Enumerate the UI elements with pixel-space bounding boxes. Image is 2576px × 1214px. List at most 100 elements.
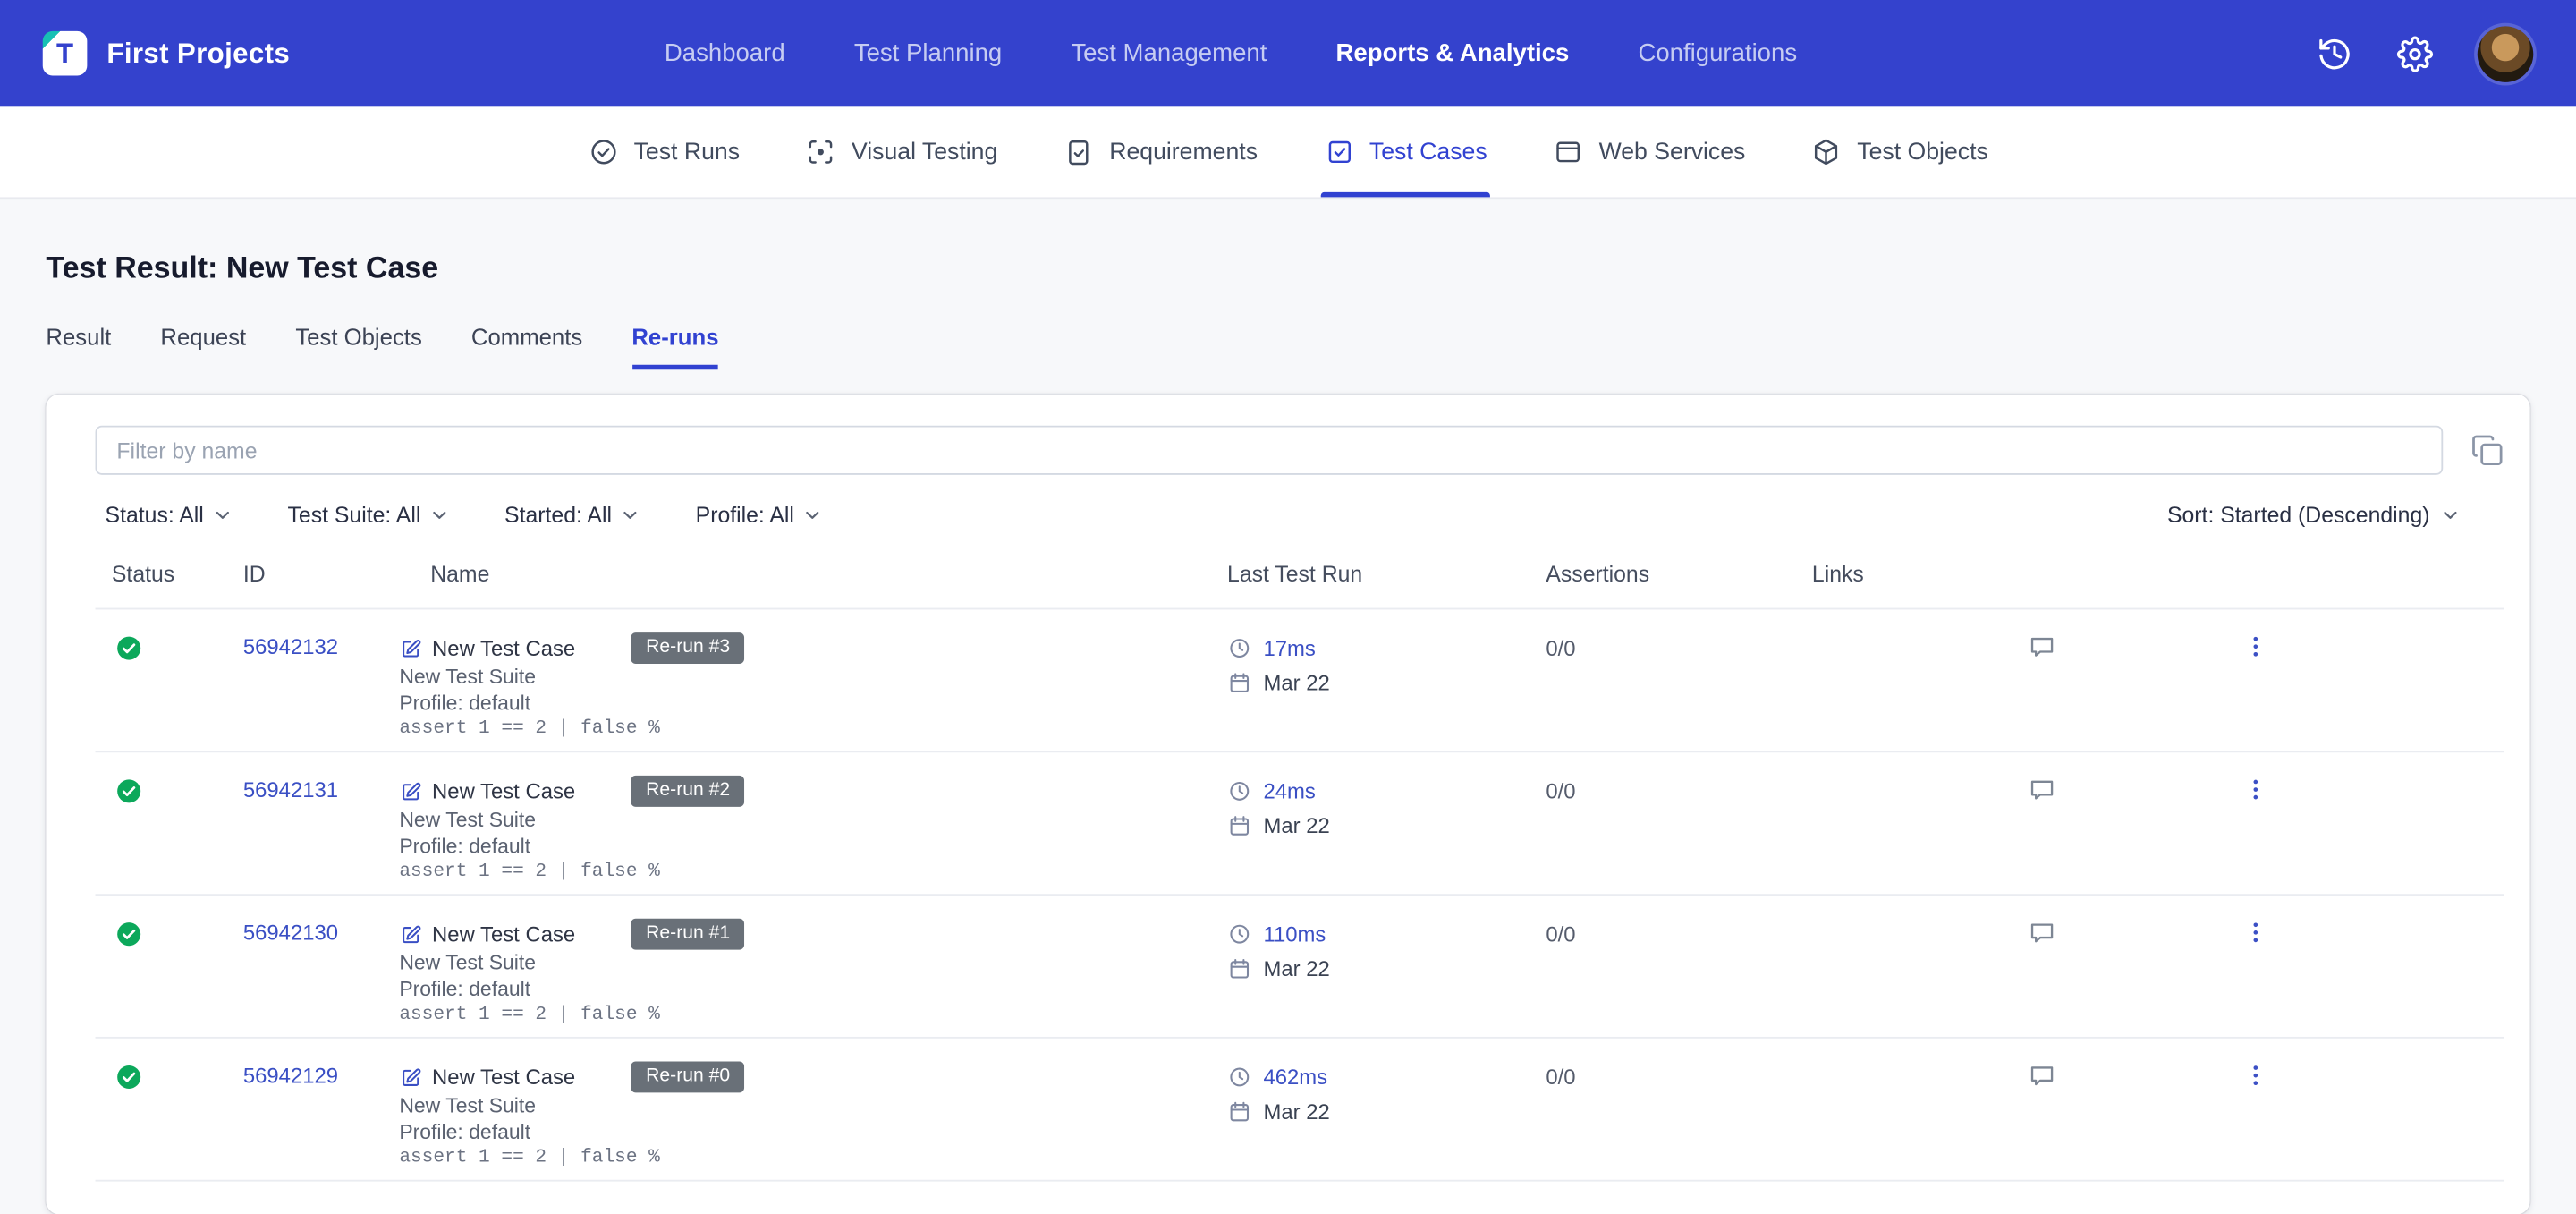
subnav-tab-web-services[interactable]: Web Services xyxy=(1549,106,1749,197)
subnav-label: Test Runs xyxy=(633,139,741,166)
row-menu-button[interactable] xyxy=(2242,919,2268,947)
subnav-tab-test-cases[interactable]: Test Cases xyxy=(1319,106,1491,198)
subnav-label: Test Cases xyxy=(1368,139,1487,166)
table-row: 56942132 New Test Case Re-run #3 New Tes… xyxy=(95,609,2504,753)
column-header-name: Name xyxy=(430,562,490,587)
tab-request[interactable]: Request xyxy=(160,324,246,369)
test-cases-icon xyxy=(1323,136,1354,167)
test-run-id-link[interactable]: 56942132 xyxy=(243,634,338,659)
sort-label: Sort: Started (Descending) xyxy=(2166,503,2430,528)
navbar-actions xyxy=(2317,25,2534,81)
assertions-count: 0/0 xyxy=(1546,778,1576,804)
test-case-link[interactable]: New Test Case xyxy=(399,779,575,803)
comment-icon xyxy=(2028,1062,2057,1091)
assertions-count: 0/0 xyxy=(1546,635,1576,661)
row-menu-button[interactable] xyxy=(2242,632,2268,660)
settings-button[interactable] xyxy=(2396,35,2434,72)
sort-dropdown[interactable]: Sort: Started (Descending) xyxy=(2167,503,2504,528)
clock-icon xyxy=(1227,779,1252,804)
clock-icon xyxy=(1227,1065,1252,1090)
started-filter-dropdown[interactable]: Started: All xyxy=(504,503,641,528)
user-avatar[interactable] xyxy=(2477,25,2534,81)
run-date: Mar 22 xyxy=(1263,1099,1330,1125)
comment-button[interactable] xyxy=(2028,632,2057,662)
profile-label: Profile: default xyxy=(399,1120,531,1144)
nav-item-test-management[interactable]: Test Management xyxy=(1071,39,1267,67)
gear-icon xyxy=(2396,35,2434,72)
edit-icon xyxy=(399,637,422,660)
test-suite-name: New Test Suite xyxy=(399,665,537,689)
assertions-count: 0/0 xyxy=(1546,921,1576,947)
test-suite-name: New Test Suite xyxy=(399,1094,537,1117)
nav-item-reports-analytics[interactable]: Reports & Analytics xyxy=(1336,39,1570,67)
rerun-badge: Re-run #0 xyxy=(631,1061,745,1093)
table-row: 56942130 New Test Case Re-run #1 New Tes… xyxy=(95,896,2504,1039)
assertions-count: 0/0 xyxy=(1546,1065,1576,1090)
tab-result[interactable]: Result xyxy=(46,324,111,369)
subnav-label: Requirements xyxy=(1109,139,1258,166)
duration-link[interactable]: 462ms xyxy=(1263,1065,1327,1090)
copy-button[interactable] xyxy=(2470,434,2504,467)
assertion-text: assert 1 == 2 | false % xyxy=(399,1147,660,1168)
edit-icon xyxy=(399,1065,422,1089)
test-run-id-link[interactable]: 56942130 xyxy=(243,921,338,946)
primary-nav: Dashboard Test Planning Test Management … xyxy=(665,39,1797,67)
comment-button[interactable] xyxy=(2028,1062,2057,1091)
row-menu-button[interactable] xyxy=(2242,1062,2268,1090)
subnav-label: Visual Testing xyxy=(851,139,998,166)
kebab-icon xyxy=(2242,1062,2268,1090)
comment-button[interactable] xyxy=(2028,919,2057,948)
detail-tabs: Result Request Test Objects Comments Re-… xyxy=(46,324,2529,370)
test-run-id-link[interactable]: 56942129 xyxy=(243,1063,338,1088)
test-suite-name: New Test Suite xyxy=(399,808,537,832)
tab-comments[interactable]: Comments xyxy=(471,324,582,369)
tab-test-objects[interactable]: Test Objects xyxy=(295,324,421,369)
edit-icon xyxy=(399,780,422,803)
table-row: 56942129 New Test Case Re-run #0 New Tes… xyxy=(95,1039,2504,1182)
tab-re-runs[interactable]: Re-runs xyxy=(631,324,719,370)
project-name: First Projects xyxy=(106,37,291,69)
test-suite-filter-dropdown[interactable]: Test Suite: All xyxy=(288,503,451,528)
app-root: T First Projects Dashboard Test Planning… xyxy=(0,0,2576,1214)
comment-icon xyxy=(2028,776,2057,805)
test-case-link[interactable]: New Test Case xyxy=(399,921,575,947)
comment-button[interactable] xyxy=(2028,776,2057,805)
column-header-links: Links xyxy=(1811,562,1864,587)
nav-item-configurations[interactable]: Configurations xyxy=(1638,39,1797,67)
chevron-down-icon xyxy=(429,505,451,526)
profile-filter-dropdown[interactable]: Profile: All xyxy=(696,503,824,528)
row-menu-button[interactable] xyxy=(2242,776,2268,803)
subnav-tab-requirements[interactable]: Requirements xyxy=(1060,106,1261,197)
calendar-icon xyxy=(1227,956,1252,981)
subnav-tab-test-runs[interactable]: Test Runs xyxy=(585,106,743,197)
column-header-assertions: Assertions xyxy=(1546,562,1650,587)
test-run-id-link[interactable]: 56942131 xyxy=(243,777,338,802)
nav-item-dashboard[interactable]: Dashboard xyxy=(665,39,785,67)
subnav-tab-visual-testing[interactable]: Visual Testing xyxy=(802,106,1001,197)
test-suite-name: New Test Suite xyxy=(399,951,537,975)
duration-link[interactable]: 24ms xyxy=(1263,779,1315,804)
history-button[interactable] xyxy=(2317,35,2352,71)
filter-label: Test Suite: All xyxy=(287,503,421,528)
test-case-link[interactable]: New Test Case xyxy=(399,1065,575,1090)
clock-icon xyxy=(1227,921,1252,947)
nav-item-test-planning[interactable]: Test Planning xyxy=(854,39,1002,67)
assertion-text: assert 1 == 2 | false % xyxy=(399,861,660,883)
run-date: Mar 22 xyxy=(1263,813,1330,838)
test-case-link[interactable]: New Test Case xyxy=(399,636,575,660)
calendar-icon xyxy=(1227,813,1252,838)
clock-icon xyxy=(1227,636,1252,661)
brand[interactable]: T First Projects xyxy=(42,30,291,76)
duration-link[interactable]: 17ms xyxy=(1263,636,1315,661)
calendar-icon xyxy=(1227,1099,1252,1125)
column-header-status: Status xyxy=(111,562,175,587)
copy-icon xyxy=(2470,434,2504,467)
chevron-down-icon xyxy=(2440,505,2462,526)
duration-link[interactable]: 110ms xyxy=(1263,921,1326,947)
test-case-name: New Test Case xyxy=(432,921,576,947)
search-row xyxy=(95,425,2504,475)
filter-input[interactable] xyxy=(95,425,2444,475)
status-filter-dropdown[interactable]: Status: All xyxy=(106,503,233,528)
subnav-tab-test-objects[interactable]: Test Objects xyxy=(1808,106,1991,197)
visual-testing-icon xyxy=(806,136,837,167)
